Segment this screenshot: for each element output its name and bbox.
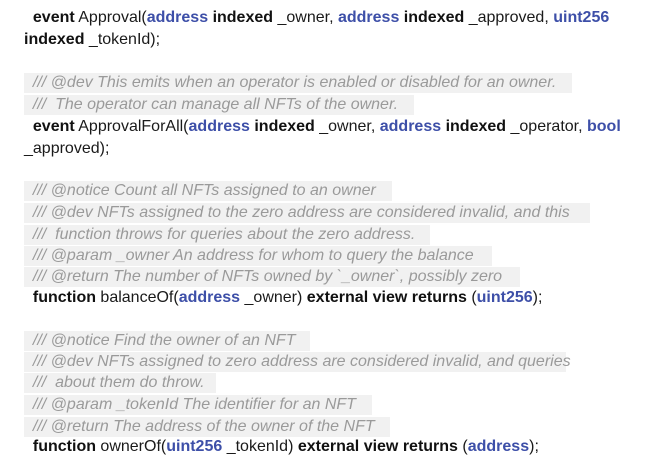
code-line: /// @return The number of NFTs owned by … [24, 267, 520, 287]
code-line: /// @dev NFTs assigned to the zero addre… [24, 203, 590, 223]
type-keyword: address [337, 9, 400, 26]
code-text: balanceOf( [95, 289, 179, 306]
code-text: _owner, [273, 9, 338, 26]
type-keyword: address [379, 118, 442, 135]
doc-comment: /// @return The address of the owner of … [24, 418, 375, 435]
type-keyword: uint256 [166, 438, 223, 455]
doc-comment: /// @param _owner An address for whom to… [24, 247, 474, 264]
code-line: _approved); [24, 139, 109, 159]
code-line: /// @param _owner An address for whom to… [24, 246, 492, 266]
code-text: _owner) [240, 289, 307, 306]
type-keyword: address [146, 9, 209, 26]
code-text: ); [532, 289, 543, 306]
code-line: function balanceOf(address _owner) exter… [24, 288, 543, 308]
doc-comment: /// @param _tokenId The identifier for a… [24, 396, 356, 413]
keyword: indexed [24, 31, 85, 48]
keyword: external [297, 438, 360, 455]
code-text: Approval( [74, 9, 147, 26]
keyword: indexed [445, 118, 507, 135]
keyword: event [32, 9, 75, 26]
doc-comment: /// @notice Find the owner of an NFT [24, 332, 296, 349]
type-keyword: bool [587, 118, 621, 135]
keyword: external [306, 289, 369, 306]
code-text: _owner, [314, 118, 380, 135]
keyword: indexed [212, 9, 274, 26]
keyword: indexed [254, 118, 315, 135]
keyword: view [363, 438, 399, 455]
type-keyword: address [178, 289, 241, 306]
code-line: /// function throws for queries about th… [24, 225, 430, 245]
doc-comment: /// @return The number of NFTs owned by … [24, 268, 503, 285]
code-text: _approved); [24, 140, 110, 157]
code-text: _tokenId); [84, 31, 161, 48]
doc-comment: /// @notice Count all NFTs assigned to a… [24, 182, 376, 199]
code-line: /// @notice Find the owner of an NFT [24, 331, 310, 351]
code-text: ApprovalForAll( [74, 118, 189, 135]
code-line: /// @param _tokenId The identifier for a… [24, 395, 372, 415]
keyword: returns [411, 289, 467, 306]
code-text: _tokenId) [222, 438, 298, 455]
code-text: ( [457, 438, 468, 455]
code-line: event ApprovalForAll(address indexed _ow… [24, 117, 621, 137]
doc-comment: /// @dev NFTs assigned to zero address a… [24, 353, 571, 370]
code-document: event Approval(address indexed _owner, a… [0, 0, 660, 470]
keyword: view [372, 289, 408, 306]
type-keyword: address [188, 118, 250, 135]
doc-comment: /// about them do throw. [24, 374, 205, 391]
code-line: /// @notice Count all NFTs assigned to a… [24, 181, 392, 201]
keyword: returns [402, 438, 458, 455]
code-line: function ownerOf(uint256 _tokenId) exter… [24, 437, 539, 457]
code-text: _approved, [464, 9, 554, 26]
keyword: indexed [403, 9, 465, 26]
code-line: /// about them do throw. [24, 373, 216, 393]
code-line: /// @dev This emits when an operator is … [24, 73, 572, 93]
doc-comment: /// function throws for queries about th… [24, 226, 416, 243]
code-line: /// The operator can manage all NFTs of … [24, 95, 414, 115]
code-text: ownerOf( [95, 438, 167, 455]
code-line: /// @return The address of the owner of … [24, 417, 390, 437]
code-text: ( [466, 289, 477, 306]
code-text: ); [529, 438, 539, 455]
type-keyword: uint256 [476, 289, 533, 306]
doc-comment: /// The operator can manage all NFTs of … [24, 96, 399, 113]
code-line: event Approval(address indexed _owner, a… [24, 8, 609, 28]
type-keyword: address [467, 438, 530, 455]
code-line: indexed _tokenId); [24, 30, 160, 50]
keyword: event [32, 118, 75, 135]
doc-comment: /// @dev NFTs assigned to the zero addre… [24, 204, 570, 221]
type-keyword: uint256 [553, 9, 610, 26]
doc-comment: /// @dev This emits when an operator is … [24, 74, 557, 91]
code-text: _operator, [506, 118, 587, 135]
keyword: function [32, 438, 96, 455]
code-line: /// @dev NFTs assigned to zero address a… [24, 352, 571, 372]
keyword: function [32, 289, 96, 306]
